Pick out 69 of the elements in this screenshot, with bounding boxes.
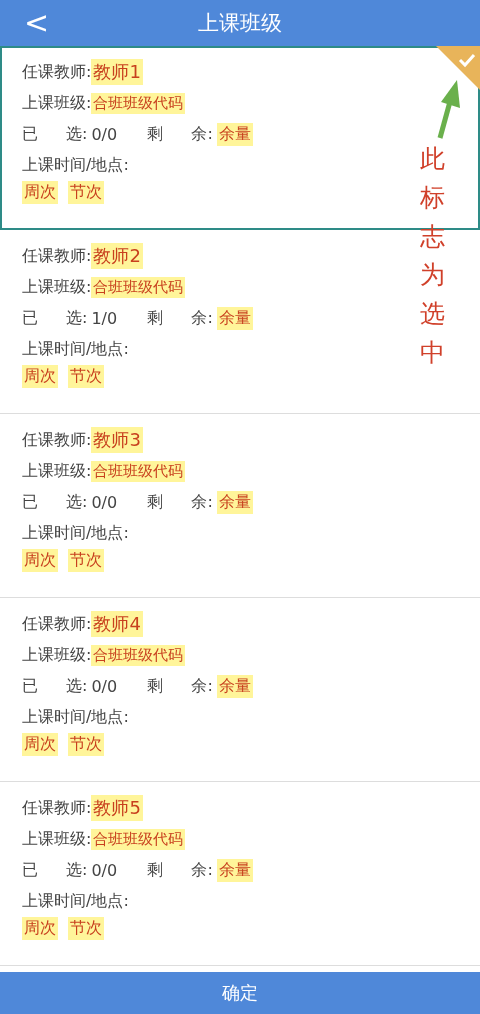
class-code: 合班班级代码 bbox=[91, 276, 186, 298]
field-label: 选: bbox=[66, 859, 88, 881]
confirm-button[interactable]: 确定 bbox=[0, 972, 480, 1014]
field-label: 选: bbox=[66, 307, 88, 329]
selected-count: 0/0 bbox=[91, 676, 119, 696]
remaining-value: 余量 bbox=[216, 122, 253, 146]
teacher-name: 教师3 bbox=[91, 427, 143, 453]
field-label: 上课时间/地点: bbox=[22, 890, 129, 912]
field-label: 已 bbox=[22, 491, 39, 513]
field-label: 上课时间/地点: bbox=[22, 706, 129, 728]
page-title: 上课班级 bbox=[198, 10, 282, 37]
field-label: 上课时间/地点: bbox=[22, 338, 129, 360]
field-label: 剩 bbox=[147, 859, 165, 881]
class-code: 合班班级代码 bbox=[91, 828, 186, 850]
week-value: 周次 bbox=[22, 180, 58, 204]
field-label: 上课班级: bbox=[22, 276, 92, 298]
remaining-value: 余量 bbox=[216, 858, 253, 882]
field-label: 余: bbox=[191, 491, 213, 513]
field-label: 余: bbox=[191, 123, 213, 145]
section-value: 节次 bbox=[68, 548, 104, 572]
field-label: 余: bbox=[191, 675, 213, 697]
field-label: 剩 bbox=[147, 491, 165, 513]
field-label: 已 bbox=[22, 675, 39, 697]
field-label: 任课教师: bbox=[22, 613, 92, 635]
section-value: 节次 bbox=[68, 916, 104, 940]
section-value: 节次 bbox=[68, 364, 104, 388]
remaining-value: 余量 bbox=[216, 490, 253, 514]
back-button[interactable]: < bbox=[18, 8, 56, 38]
week-value: 周次 bbox=[22, 916, 58, 940]
remaining-value: 余量 bbox=[216, 674, 253, 698]
field-label: 选: bbox=[66, 491, 88, 513]
field-label: 上课班级: bbox=[22, 644, 92, 666]
field-label: 上课时间/地点: bbox=[22, 154, 129, 176]
teacher-name: 教师1 bbox=[91, 59, 143, 85]
section-value: 节次 bbox=[68, 180, 104, 204]
teacher-name: 教师2 bbox=[91, 243, 143, 269]
field-label: 余: bbox=[191, 859, 213, 881]
field-label: 剩 bbox=[147, 307, 165, 329]
selected-count: 0/0 bbox=[91, 492, 119, 512]
field-label: 任课教师: bbox=[22, 61, 92, 83]
week-value: 周次 bbox=[22, 364, 58, 388]
selected-count: 1/0 bbox=[91, 308, 119, 328]
field-label: 剩 bbox=[147, 123, 165, 145]
teacher-name: 教师5 bbox=[91, 795, 143, 821]
field-label: 任课教师: bbox=[22, 245, 92, 267]
annotation-text: 此标志为选中 bbox=[420, 143, 445, 369]
field-label: 选: bbox=[66, 123, 88, 145]
field-label: 上课班级: bbox=[22, 828, 92, 850]
field-label: 上课班级: bbox=[22, 92, 92, 114]
field-label: 上课班级: bbox=[22, 460, 92, 482]
field-label: 任课教师: bbox=[22, 429, 92, 451]
field-label: 已 bbox=[22, 859, 39, 881]
week-value: 周次 bbox=[22, 548, 58, 572]
field-label: 已 bbox=[22, 307, 39, 329]
field-label: 上课时间/地点: bbox=[22, 522, 129, 544]
class-code: 合班班级代码 bbox=[91, 644, 186, 666]
selected-count: 0/0 bbox=[91, 124, 119, 144]
selected-count: 0/0 bbox=[91, 860, 119, 880]
field-label: 任课教师: bbox=[22, 797, 92, 819]
field-label: 选: bbox=[66, 675, 88, 697]
field-label: 剩 bbox=[147, 675, 165, 697]
field-label: 已 bbox=[22, 123, 39, 145]
field-label: 余: bbox=[191, 307, 213, 329]
teacher-name: 教师4 bbox=[91, 611, 143, 637]
section-value: 节次 bbox=[68, 732, 104, 756]
remaining-value: 余量 bbox=[216, 306, 253, 330]
class-code: 合班班级代码 bbox=[91, 460, 186, 482]
week-value: 周次 bbox=[22, 732, 58, 756]
class-code: 合班班级代码 bbox=[91, 92, 186, 114]
